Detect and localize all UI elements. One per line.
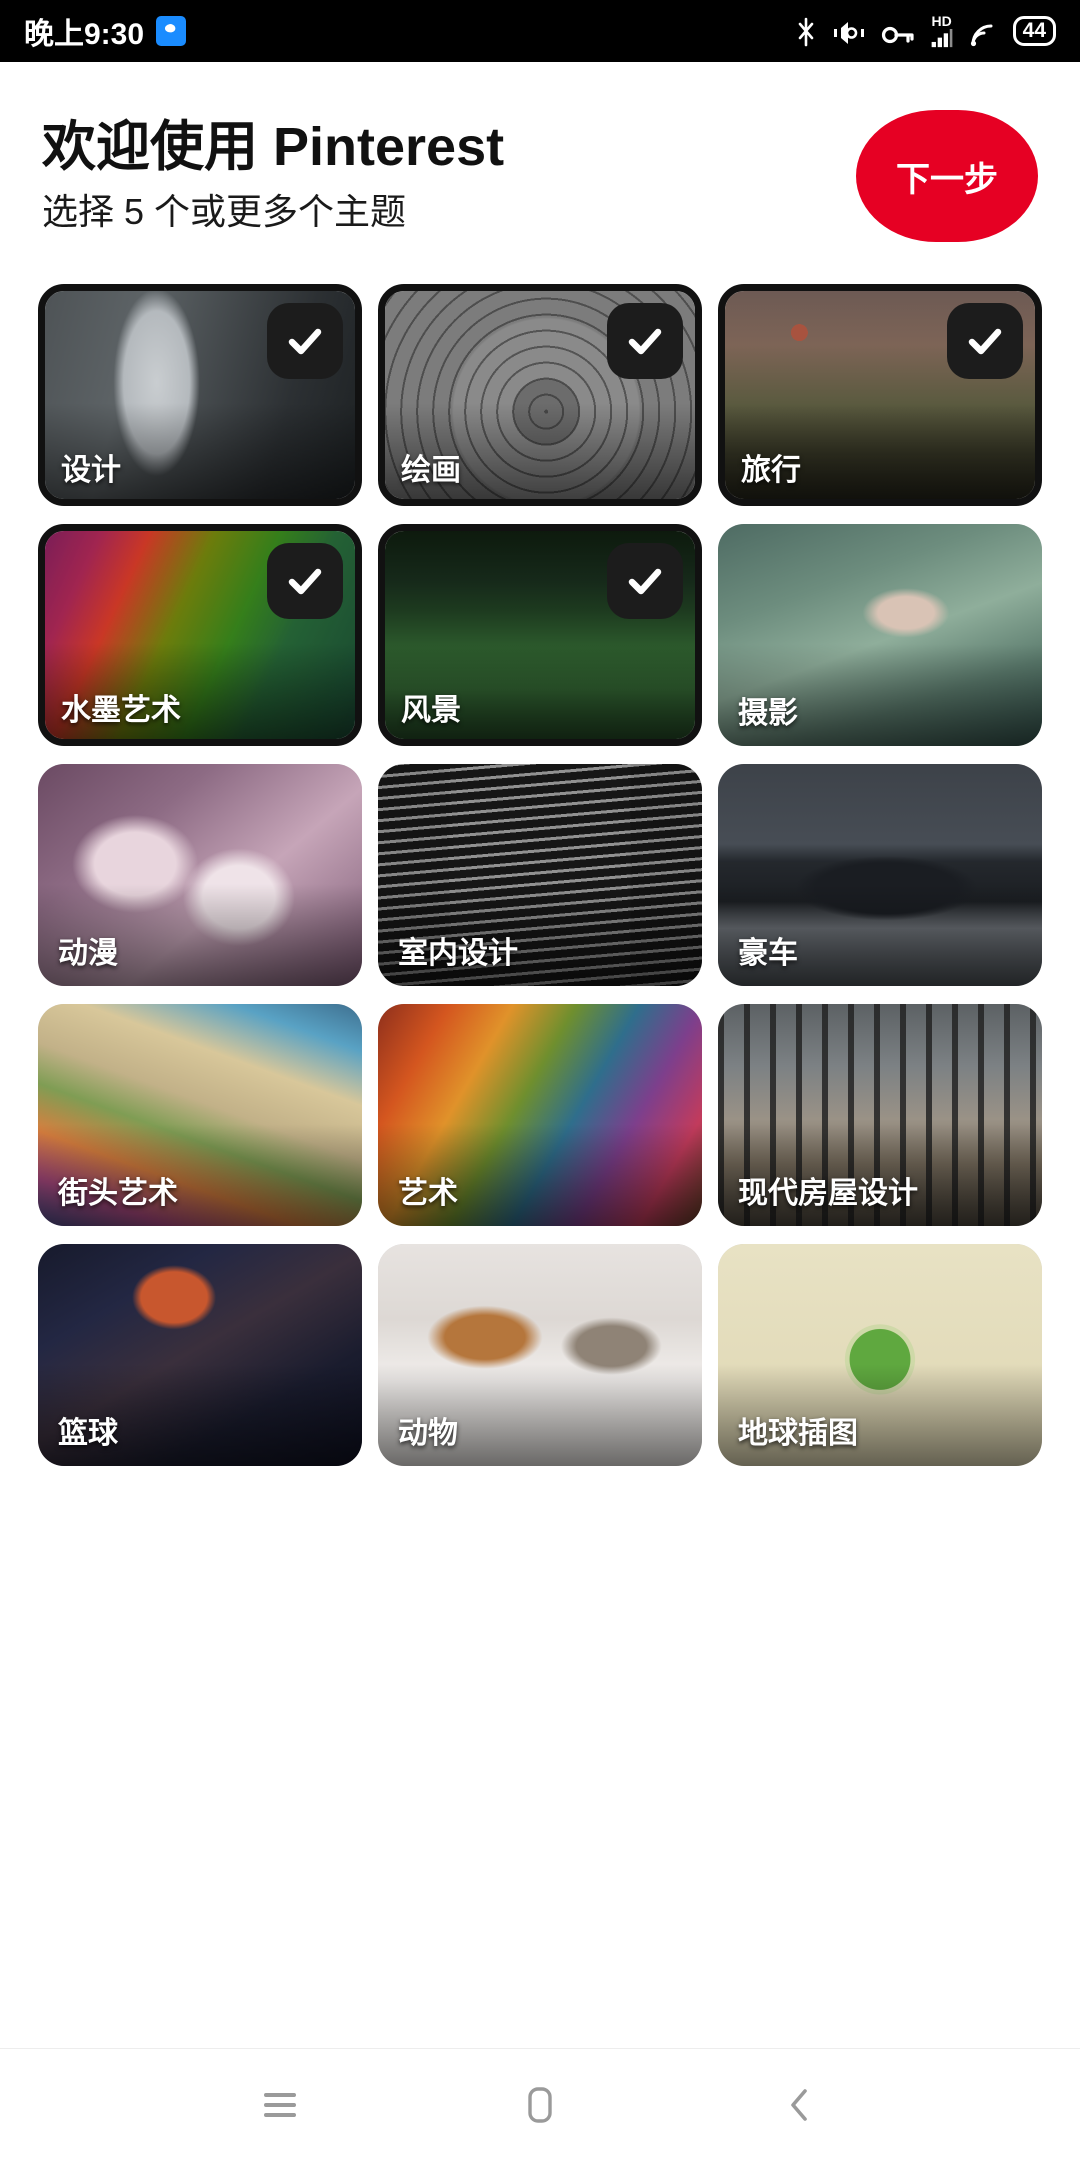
- check-icon: [267, 543, 343, 619]
- topic-tile-label: 绘画: [401, 445, 461, 489]
- home-nav-button[interactable]: [480, 2049, 600, 2161]
- topic-tile-label: 动物: [398, 1408, 458, 1452]
- hd-icon: HD: [929, 14, 955, 48]
- weibo-app-icon: [156, 16, 186, 46]
- volume-icon: [833, 14, 867, 48]
- hd-label: HD: [932, 14, 952, 28]
- topic-tile-label: 设计: [61, 445, 121, 489]
- topic-tile[interactable]: 动漫: [38, 764, 362, 986]
- topic-tile[interactable]: 地球插图: [718, 1244, 1042, 1466]
- topic-tile[interactable]: 水墨艺术: [38, 524, 362, 746]
- topic-tile-label: 艺术: [398, 1168, 458, 1212]
- status-bar-clock: 晚上9:30: [24, 9, 144, 53]
- check-icon: [267, 303, 343, 379]
- wifi-icon: [969, 14, 999, 48]
- menu-icon: [258, 2087, 302, 2123]
- page-title: 欢迎使用 Pinterest: [42, 116, 856, 178]
- status-bar-left: 晚上9:30: [24, 9, 186, 53]
- check-icon: [947, 303, 1023, 379]
- topic-tile[interactable]: 现代房屋设计: [718, 1004, 1042, 1226]
- topic-tile-label: 地球插图: [738, 1408, 858, 1452]
- topic-tile-label: 室内设计: [398, 928, 518, 972]
- topic-tile[interactable]: 摄影: [718, 524, 1042, 746]
- system-navigation-bar: [0, 2048, 1080, 2160]
- topic-tile-label: 旅行: [741, 445, 801, 489]
- next-button[interactable]: 下一步: [856, 110, 1038, 242]
- topic-tile-label: 动漫: [58, 928, 118, 972]
- topic-tile-label: 篮球: [58, 1408, 118, 1452]
- vpn-key-icon: [881, 14, 915, 48]
- topic-tile-label: 水墨艺术: [61, 685, 181, 729]
- chevron-left-icon: [780, 2083, 820, 2127]
- topic-tile[interactable]: 艺术: [378, 1004, 702, 1226]
- back-nav-button[interactable]: [740, 2049, 860, 2161]
- topic-tile-label: 豪车: [738, 928, 798, 972]
- topic-tile[interactable]: 篮球: [38, 1244, 362, 1466]
- page-header: 欢迎使用 Pinterest 选择 5 个或更多个主题 下一步: [0, 62, 1080, 242]
- header-text-block: 欢迎使用 Pinterest 选择 5 个或更多个主题: [42, 106, 856, 233]
- topic-tile[interactable]: 绘画: [378, 284, 702, 506]
- topic-tile-label: 风景: [401, 685, 461, 729]
- topic-tile[interactable]: 街头艺术: [38, 1004, 362, 1226]
- topic-tile[interactable]: 旅行: [718, 284, 1042, 506]
- topic-tile[interactable]: 豪车: [718, 764, 1042, 986]
- topic-tile-label: 现代房屋设计: [738, 1168, 918, 1212]
- status-bar-icons: HD 44: [793, 14, 1056, 48]
- topic-tile[interactable]: 室内设计: [378, 764, 702, 986]
- topic-tile[interactable]: 动物: [378, 1244, 702, 1466]
- status-bar: 晚上9:30 HD: [0, 0, 1080, 62]
- topic-tile-label: 街头艺术: [58, 1168, 178, 1212]
- topic-tile-label: 摄影: [738, 688, 798, 732]
- recents-nav-button[interactable]: [220, 2049, 340, 2161]
- check-icon: [607, 303, 683, 379]
- check-icon: [607, 543, 683, 619]
- battery-indicator: 44: [1013, 16, 1056, 46]
- topic-grid: 设计 绘画 旅行水墨艺术 风景 摄影动漫 室内设计 豪车街头艺术 艺术 现代房屋设计篮球 动物 地球…: [0, 284, 1080, 1466]
- home-square-icon: [520, 2083, 560, 2127]
- topic-tile[interactable]: 风景: [378, 524, 702, 746]
- bluetooth-off-icon: [793, 14, 819, 48]
- topic-tile[interactable]: 设计: [38, 284, 362, 506]
- page-subtitle: 选择 5 个或更多个主题: [42, 190, 856, 233]
